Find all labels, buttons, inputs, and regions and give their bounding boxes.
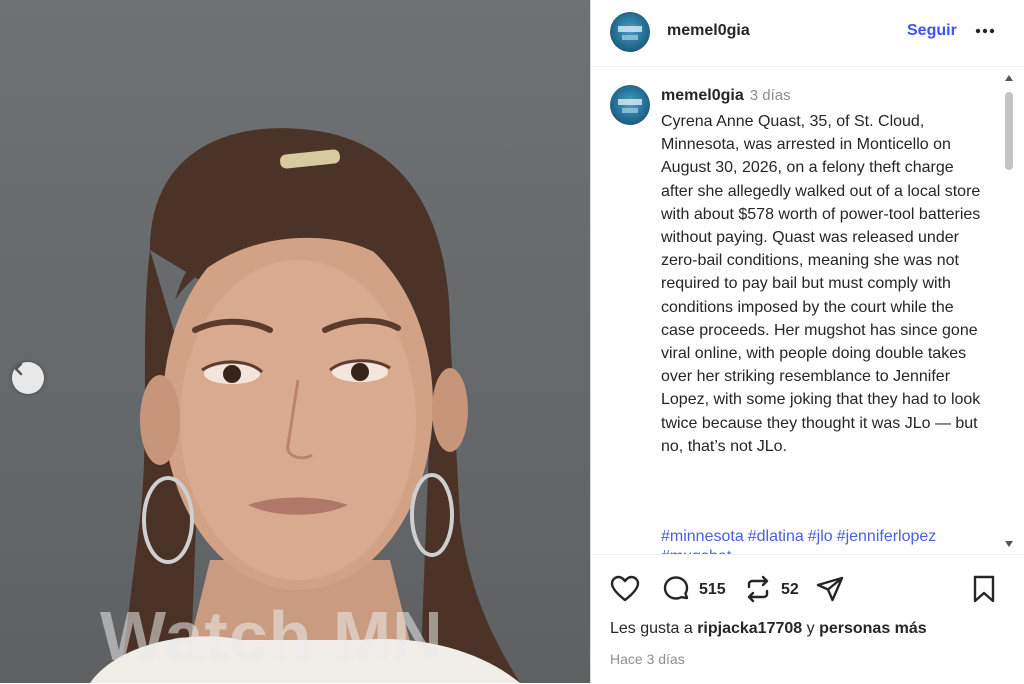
likes-prefix: Les gusta a [610,620,693,637]
mugshot-image [90,128,520,683]
comment-icon[interactable] [661,574,691,604]
caption-header: memel0gia 3 días [661,87,791,105]
comment-count: 515 [699,581,726,598]
more-options-icon[interactable] [973,20,997,42]
post-timestamp: Hace 3 días [610,651,685,667]
likes-others-link[interactable]: personas más [819,620,927,637]
caption-time: 3 días [749,87,791,104]
carousel-prev-button[interactable] [12,362,44,394]
action-bar: 515 52 Les gusta a ripjacka17708 y perso… [591,554,1024,684]
watermark-text: Watch MN [100,597,444,675]
heart-icon[interactable] [610,574,640,604]
follow-button[interactable]: Seguir [907,22,957,40]
likes-user-link[interactable]: ripjacka17708 [697,620,802,637]
hashtag-link[interactable]: #jenniferlopez [837,528,937,545]
scrollbar[interactable] [1000,67,1018,554]
post-side-panel: memel0gia Seguir memel0gia 3 días Cyrena … [590,0,1024,683]
hashtag-link[interactable]: #minnesota [661,528,744,545]
caption-username[interactable]: memel0gia [661,87,744,104]
avatar[interactable] [610,12,650,52]
caption-avatar[interactable] [610,85,650,125]
post-photo[interactable]: Watch MN [0,0,590,683]
likes-summary: Les gusta a ripjacka17708 y personas más [610,620,927,638]
repost-count: 52 [781,581,799,598]
comments-scroll-area[interactable]: memel0gia 3 días Cyrena Anne Quast, 35, o… [591,67,1024,554]
scrollbar-thumb[interactable] [1005,92,1013,170]
post-header: memel0gia Seguir [591,0,1024,67]
share-icon[interactable] [815,574,845,604]
bookmark-icon[interactable] [969,574,999,604]
hashtags: #minnesota #dlatina #jlo #jenniferlopez [661,525,991,548]
instagram-post: Watch MN memel0gia Seguir memel0gia 3 día… [0,0,1024,683]
repost-icon[interactable] [743,574,773,604]
caption-text: Cyrena Anne Quast, 35, of St. Cloud, Min… [661,113,981,455]
chevron-left-icon [14,362,23,376]
hashtag-link[interactable]: #jlo [808,528,833,545]
scroll-up-arrow[interactable] [1005,75,1013,81]
header-username[interactable]: memel0gia [667,22,750,40]
scroll-down-arrow[interactable] [1005,541,1013,547]
hashtag-link[interactable]: #dlatina [748,528,804,545]
likes-conj: y [806,620,815,637]
